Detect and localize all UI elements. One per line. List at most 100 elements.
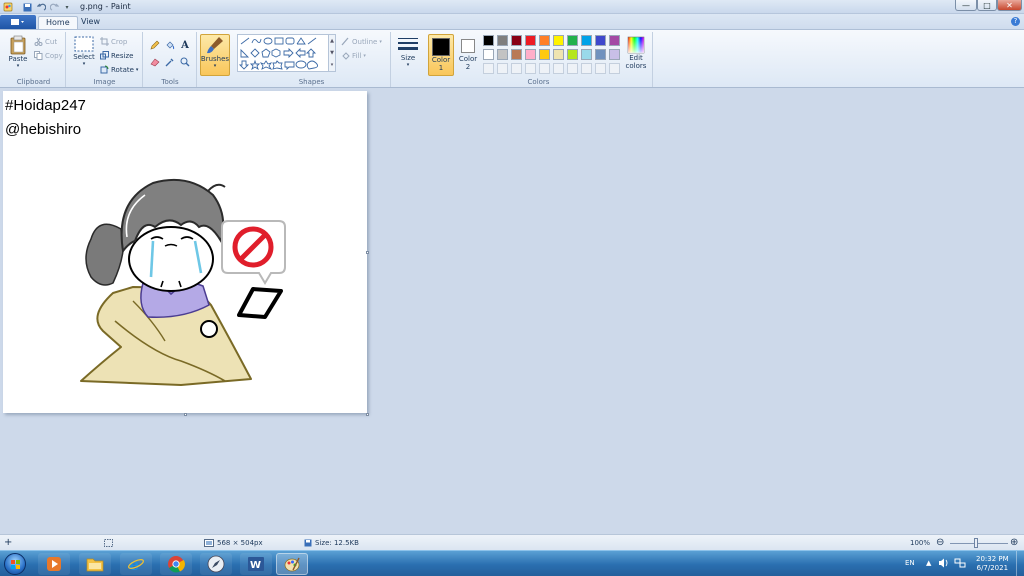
size-button[interactable]: Size ▾ [395, 36, 421, 68]
cut-button[interactable]: Cut [34, 37, 57, 46]
save-icon[interactable] [22, 2, 32, 12]
colors-group: Color 1 Color 2 Edit colors Colors [425, 32, 653, 87]
color-picker-tool[interactable] [164, 56, 176, 68]
custom-color-slot[interactable] [483, 63, 494, 74]
palette-color-swatch[interactable] [483, 35, 494, 46]
custom-color-slot[interactable] [595, 63, 606, 74]
help-icon[interactable]: ? [1011, 17, 1020, 26]
tray-clock[interactable]: 20:32 PM 6/7/2021 [976, 555, 1009, 573]
palette-color-swatch[interactable] [497, 35, 508, 46]
palette-color-swatch[interactable] [539, 49, 550, 60]
tab-home[interactable]: Home [38, 16, 78, 29]
palette-color-swatch[interactable] [609, 49, 620, 60]
eraser-tool[interactable] [149, 56, 161, 68]
palette-color-swatch[interactable] [609, 35, 620, 46]
taskbar-internet-explorer[interactable]: e [120, 553, 152, 575]
palette-color-swatch[interactable] [525, 49, 536, 60]
drawing-canvas[interactable]: #Hoidap247 @hebishiro [3, 91, 367, 413]
palette-color-swatch[interactable] [595, 35, 606, 46]
zoom-slider-thumb[interactable] [974, 538, 978, 548]
palette-color-swatch[interactable] [497, 49, 508, 60]
shapes-group-label: Shapes [298, 78, 325, 86]
custom-color-slot[interactable] [553, 63, 564, 74]
redo-icon[interactable] [49, 2, 59, 12]
zoom-slider[interactable] [950, 543, 1008, 544]
taskbar-paint[interactable] [276, 553, 308, 575]
text-tool[interactable]: A [179, 39, 191, 51]
palette-color-swatch[interactable] [539, 35, 550, 46]
tab-view[interactable]: View [74, 16, 107, 29]
image-dimensions-icon [204, 539, 214, 547]
start-button[interactable] [4, 553, 26, 575]
edit-colors-button[interactable]: Edit colors [623, 36, 649, 70]
language-indicator[interactable]: EN [905, 559, 915, 567]
maximize-button[interactable]: □ [977, 0, 997, 11]
network-icon[interactable] [954, 558, 966, 570]
taskbar-media-player[interactable] [38, 553, 70, 575]
image-dimensions: 568 × 504px [204, 539, 263, 547]
custom-color-slot[interactable] [497, 63, 508, 74]
shapes-group: ▲ ▼ ▾ Outline ▾ Fill ▾ Shapes [233, 32, 391, 87]
copy-button[interactable]: Copy [34, 51, 63, 60]
windows-logo-icon [11, 560, 20, 569]
taskbar-file-explorer[interactable] [79, 553, 111, 575]
palette-color-swatch[interactable] [525, 35, 536, 46]
undo-icon[interactable] [36, 2, 46, 12]
crying-girl-drawing [80, 178, 286, 386]
palette-color-swatch[interactable] [483, 49, 494, 60]
custom-color-slot[interactable] [609, 63, 620, 74]
select-button[interactable]: Select ▾ [71, 35, 97, 67]
canvas-resize-handle-bottom[interactable] [184, 413, 187, 416]
paste-button[interactable]: Paste ▾ [6, 35, 30, 69]
crop-button[interactable]: Crop [100, 37, 127, 46]
custom-color-slot[interactable] [511, 63, 522, 74]
palette-color-swatch[interactable] [553, 49, 564, 60]
taskbar-app-compass[interactable] [200, 553, 232, 575]
canvas-resize-handle-right[interactable] [366, 251, 369, 254]
palette-color-swatch[interactable] [581, 49, 592, 60]
line-size-icon [398, 38, 418, 50]
show-desktop-button[interactable] [1016, 551, 1024, 576]
outline-button[interactable]: Outline ▾ [341, 37, 382, 46]
resize-button[interactable]: Resize [100, 51, 133, 60]
file-menu-button[interactable] [0, 15, 36, 29]
close-button[interactable]: ✕ [997, 0, 1022, 11]
magnifier-tool[interactable] [179, 56, 191, 68]
shapes-scroll[interactable]: ▲ ▼ ▾ [329, 34, 336, 72]
size-group: Size ▾ [392, 32, 424, 87]
canvas-workspace[interactable]: #Hoidap247 @hebishiro [0, 88, 1024, 534]
palette-color-swatch[interactable] [511, 35, 522, 46]
title-bar: ▾ g.png - Paint — □ ✕ [0, 0, 1024, 14]
palette-color-swatch[interactable] [595, 49, 606, 60]
custom-color-slot[interactable] [525, 63, 536, 74]
rotate-button[interactable]: Rotate ▾ [100, 65, 138, 74]
palette-color-swatch[interactable] [567, 35, 578, 46]
taskbar-chrome[interactable] [160, 553, 192, 575]
palette-color-swatch[interactable] [511, 49, 522, 60]
color1-button[interactable]: Color 1 [428, 34, 454, 76]
crop-label: Crop [111, 37, 128, 46]
palette-color-swatch[interactable] [567, 49, 578, 60]
brushes-button[interactable]: Brushes ▾ [200, 34, 230, 76]
taskbar-word[interactable]: W [240, 553, 272, 575]
cut-label: Cut [45, 37, 58, 46]
zoom-out-button[interactable]: ⊖ [936, 537, 944, 548]
custom-color-slot[interactable] [539, 63, 550, 74]
minimize-button[interactable]: — [955, 0, 977, 11]
custom-color-slot[interactable] [581, 63, 592, 74]
custom-color-slot[interactable] [567, 63, 578, 74]
canvas-resize-handle-corner[interactable] [366, 413, 369, 416]
palette-color-swatch[interactable] [553, 35, 564, 46]
color2-button[interactable]: Color 2 [456, 34, 480, 76]
chrome-icon [168, 556, 185, 573]
quick-access-dropdown-icon[interactable]: ▾ [62, 2, 72, 12]
palette-color-swatch[interactable] [581, 35, 592, 46]
tray-expand-icon[interactable]: ▲ [926, 559, 931, 567]
paint-app-icon[interactable] [3, 2, 13, 12]
volume-icon[interactable] [938, 558, 950, 570]
zoom-in-button[interactable]: ⊕ [1010, 537, 1018, 548]
pencil-tool[interactable] [149, 39, 161, 51]
tools-group: A Tools [144, 32, 197, 87]
fill-button[interactable]: Fill ▾ [341, 51, 366, 60]
fill-tool[interactable] [164, 39, 176, 51]
